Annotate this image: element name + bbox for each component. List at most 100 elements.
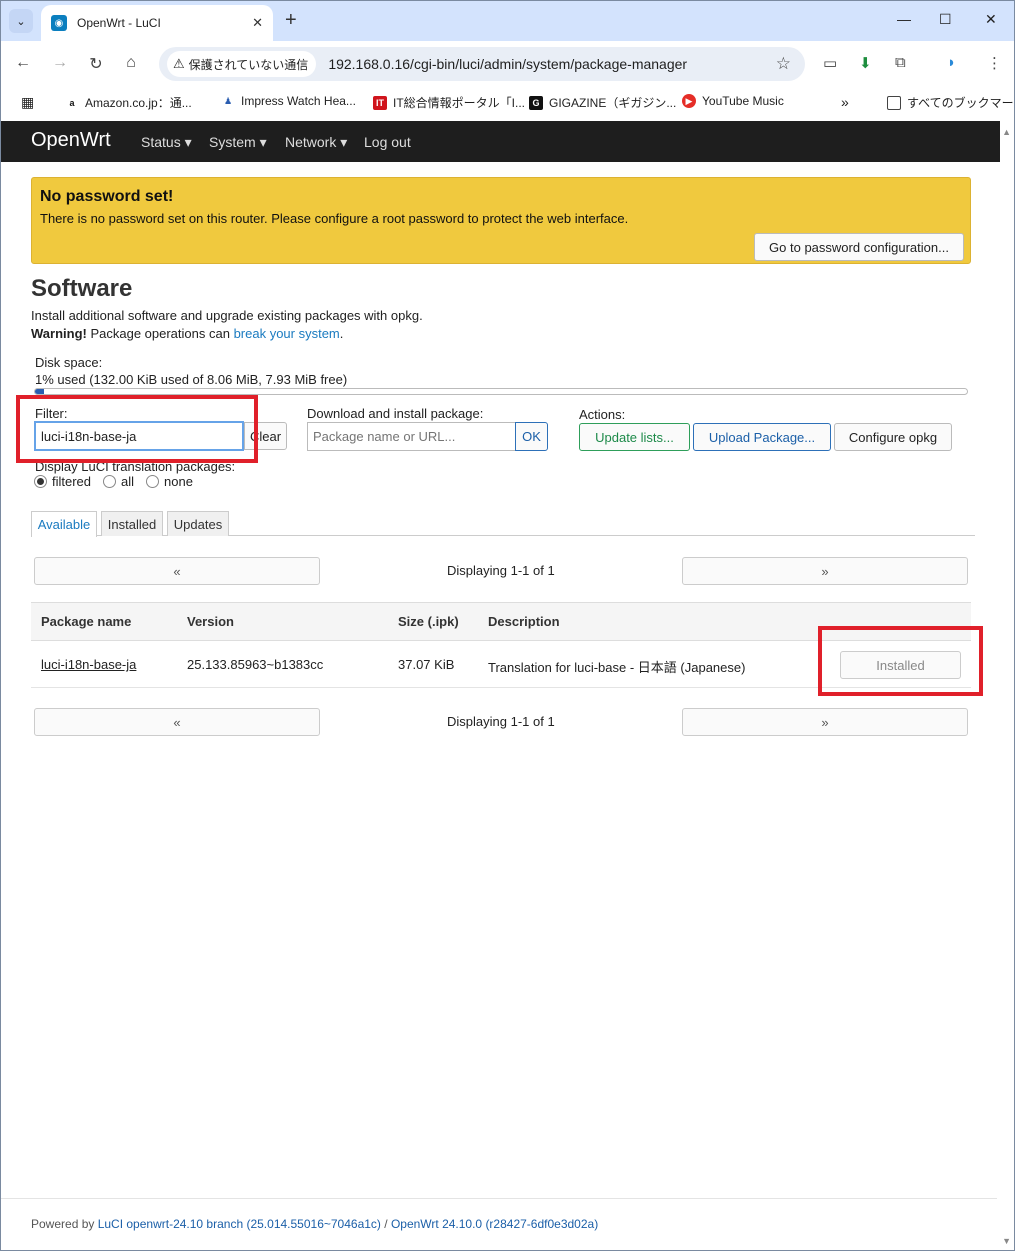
pager-text-bottom: Displaying 1-1 of 1	[447, 714, 555, 729]
download-label: Download and install package:	[307, 406, 484, 421]
reload-icon[interactable]: ↻	[86, 54, 106, 74]
itmedia-icon: IT	[373, 95, 387, 110]
bookmarks-bar: ▦ a Amazon.co.jp：通... ♟ Impress Watch He…	[1, 87, 1015, 117]
scroll-up-icon[interactable]: ▲	[1002, 127, 1011, 137]
cast-icon[interactable]: ▭	[823, 54, 837, 72]
warning-text: Package operations can	[86, 326, 234, 341]
browser-tab-bar: ⌄ ◉ OpenWrt - LuCI ✕ + — ☐ ✕	[1, 1, 1014, 41]
pager-prev-button-bottom[interactable]: «	[34, 708, 320, 736]
bookmark-star-icon[interactable]: ☆	[776, 54, 791, 74]
tab-title: OpenWrt - LuCI	[77, 16, 161, 30]
scroll-down-icon[interactable]: ▼	[1002, 1236, 1011, 1246]
alert-message: There is no password set on this router.…	[40, 211, 629, 226]
brand-logo[interactable]: OpenWrt	[31, 129, 111, 152]
home-icon[interactable]: ⌂	[121, 54, 141, 72]
footer-luci-link[interactable]: LuCI openwrt-24.10 branch (25.014.55016~…	[98, 1217, 381, 1231]
pager-text-top: Displaying 1-1 of 1	[447, 563, 555, 578]
upload-package-button[interactable]: Upload Package...	[693, 423, 831, 451]
download-icon[interactable]: ⬇	[859, 54, 872, 72]
tab-close-icon[interactable]: ✕	[252, 15, 263, 31]
kebab-menu-icon[interactable]: ⋮	[987, 54, 1002, 72]
menu-system[interactable]: System ▾	[209, 134, 267, 151]
footer-openwrt-link[interactable]: OpenWrt 24.10.0 (r28427-6df0e3d02a)	[391, 1217, 598, 1231]
disk-progress-fill	[35, 389, 45, 394]
bookmark-youtube-music[interactable]: ▶ YouTube Music	[682, 94, 784, 108]
tab-available[interactable]: Available	[31, 511, 97, 537]
footer-powered: Powered by	[31, 1217, 98, 1231]
bookmark-gigazine[interactable]: G GIGAZINE（ギガジン...	[529, 94, 676, 111]
tab-updates[interactable]: Updates	[167, 511, 229, 536]
openwrt-header: OpenWrt Status ▾ System ▾ Network ▾ Log …	[1, 121, 1014, 162]
browser-tab[interactable]: ◉ OpenWrt - LuCI ✕	[41, 5, 273, 41]
bookmark-label: GIGAZINE（ギガジン...	[549, 96, 677, 110]
all-bookmarks-label: すべてのブックマーク	[907, 96, 1015, 110]
col-size: Size (.ipk)	[398, 614, 459, 629]
tab-list-chevron-icon[interactable]: ⌄	[9, 9, 33, 33]
radio-all[interactable]	[103, 475, 117, 488]
pager-next-button-bottom[interactable]: »	[682, 708, 968, 736]
download-package-input[interactable]	[307, 422, 516, 451]
col-package-name: Package name	[41, 614, 132, 629]
security-chip[interactable]: ⚠ 保護されていない通信	[167, 51, 317, 77]
back-arrow-icon[interactable]: ←	[13, 54, 33, 72]
footer-separator: /	[380, 1217, 391, 1231]
url-text[interactable]: 192.168.0.16/cgi-bin/luci/admin/system/p…	[328, 56, 687, 72]
footer: Powered by LuCI openwrt-24.10 branch (25…	[31, 1217, 598, 1231]
radio-none-label: none	[164, 474, 193, 489]
minimize-icon[interactable]: —	[897, 11, 911, 27]
update-lists-button[interactable]: Update lists...	[579, 423, 690, 451]
profile-dolphin-icon[interactable]: ◗	[947, 54, 956, 71]
all-bookmarks[interactable]: すべてのブックマーク	[887, 94, 1015, 111]
alert-title: No password set!	[40, 188, 174, 205]
warning-triangle-icon: ⚠	[173, 56, 185, 71]
radio-none[interactable]	[146, 475, 160, 488]
bookmark-impress[interactable]: ♟ Impress Watch Hea...	[221, 94, 356, 108]
page-title: Software	[31, 275, 133, 302]
translation-radio-group: filtered all none	[34, 474, 205, 489]
browser-toolbar: ← → ↻ ⌂ ⚠ 保護されていない通信 192.168.0.16/cgi-bi…	[1, 41, 1014, 87]
apps-grid-icon[interactable]: ▦	[21, 94, 34, 111]
installed-highlight-box	[818, 626, 983, 696]
disk-progress-bar	[34, 388, 968, 395]
package-description: Translation for luci-base - 日本語 (Japanes…	[488, 660, 746, 675]
radio-filtered[interactable]	[34, 475, 47, 488]
configure-opkg-button[interactable]: Configure opkg	[834, 423, 952, 451]
window-close-icon[interactable]: ✕	[985, 11, 997, 28]
pager-next-button-top[interactable]: »	[682, 557, 968, 585]
menu-status[interactable]: Status ▾	[141, 134, 192, 151]
page-description: Install additional software and upgrade …	[31, 308, 423, 323]
radio-all-label: all	[121, 474, 135, 489]
break-system-link[interactable]: break your system	[234, 326, 340, 341]
forward-arrow-icon[interactable]: →	[50, 54, 70, 72]
youtube-music-icon: ▶	[682, 94, 696, 108]
pager-prev-button-top[interactable]: «	[34, 557, 320, 585]
maximize-icon[interactable]: ☐	[939, 11, 952, 28]
warning-end: .	[339, 326, 344, 341]
folder-icon	[887, 95, 901, 110]
bookmark-itmedia[interactable]: IT IT総合情報ポータル「I...	[373, 94, 525, 111]
package-name-link[interactable]: luci-i18n-base-ja	[41, 657, 136, 672]
filter-highlight-box	[16, 395, 258, 463]
menu-network[interactable]: Network ▾	[285, 134, 347, 151]
page-warning: Warning! Package operations can break yo…	[31, 326, 343, 341]
impress-icon: ♟	[221, 94, 235, 108]
actions-label: Actions:	[579, 407, 626, 422]
bookmarks-overflow-icon[interactable]: »	[841, 94, 849, 110]
new-tab-plus-icon[interactable]: +	[285, 10, 297, 30]
bookmark-label: IT総合情報ポータル「I...	[393, 96, 526, 110]
address-bar[interactable]: ⚠ 保護されていない通信 192.168.0.16/cgi-bin/luci/a…	[159, 47, 805, 81]
warning-bold: Warning!	[31, 326, 87, 341]
tab-installed[interactable]: Installed	[101, 511, 163, 536]
page-scrollbar[interactable]: ▲ ▼	[1000, 121, 1014, 1250]
extensions-puzzle-icon[interactable]: ⧉	[895, 54, 906, 71]
disk-space-value: 1% used (132.00 KiB used of 8.06 MiB, 7.…	[35, 372, 348, 387]
download-ok-button[interactable]: OK	[515, 422, 548, 451]
amazon-icon: a	[65, 95, 79, 110]
package-size: 37.07 KiB	[398, 657, 455, 672]
password-config-button[interactable]: Go to password configuration...	[754, 233, 964, 261]
bookmark-amazon[interactable]: a Amazon.co.jp：通...	[65, 94, 192, 111]
radio-filtered-label: filtered	[52, 474, 92, 489]
bookmark-label: YouTube Music	[702, 94, 784, 108]
menu-logout[interactable]: Log out	[364, 134, 411, 150]
col-version: Version	[187, 614, 234, 629]
